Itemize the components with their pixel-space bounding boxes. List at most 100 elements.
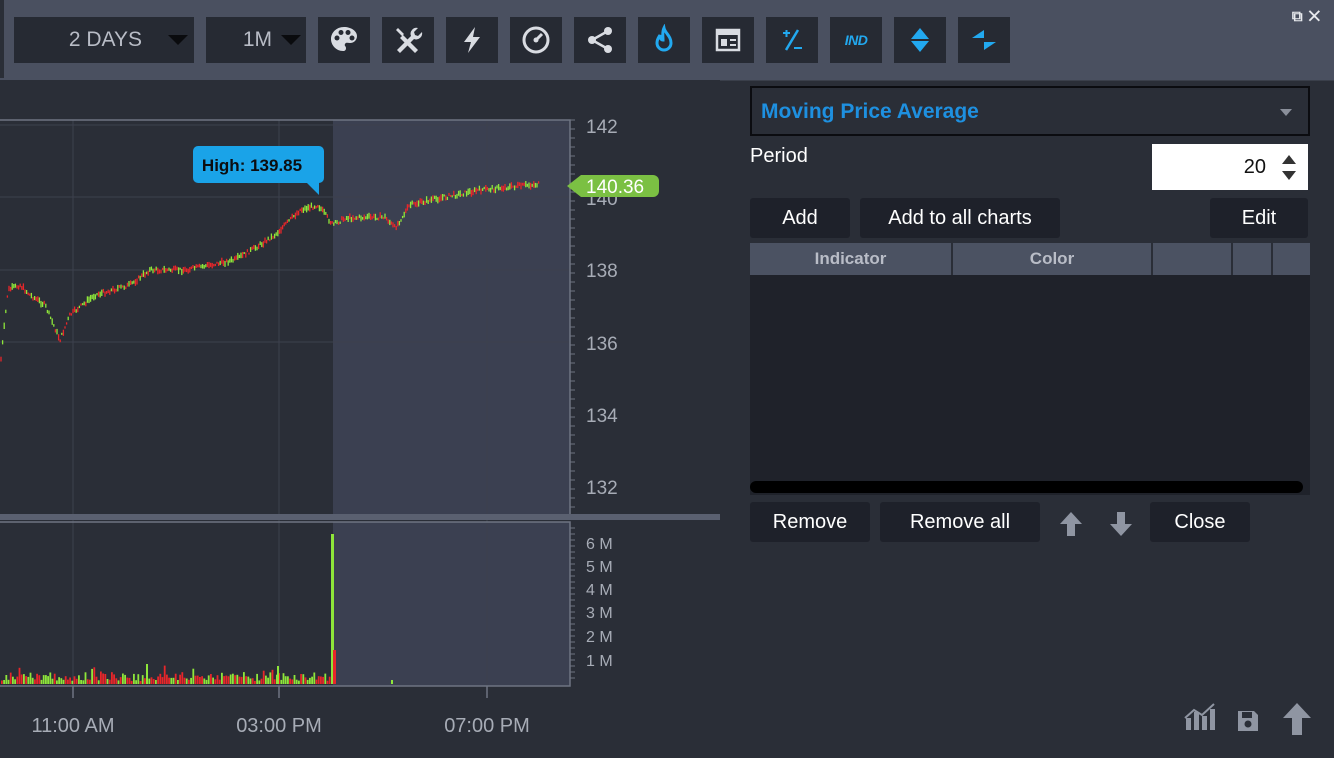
volume-bar xyxy=(124,674,126,684)
volume-bar xyxy=(311,676,313,684)
volume-bar xyxy=(273,679,276,684)
volume-bar xyxy=(75,678,78,684)
gauge-button[interactable] xyxy=(510,17,562,63)
chart-settings-icon[interactable] xyxy=(1183,700,1217,734)
move-down-icon[interactable] xyxy=(1107,510,1135,538)
pane-divider[interactable] xyxy=(0,514,720,520)
price-chart[interactable]: 142 140 138 136 134 132 6 M 5 M 4 M 3 M … xyxy=(0,80,720,758)
palette-icon xyxy=(331,27,357,51)
volume-bar xyxy=(223,676,225,684)
move-up-icon[interactable] xyxy=(1057,510,1085,538)
percent-button[interactable] xyxy=(766,17,818,63)
volume-bar xyxy=(232,673,234,684)
volume-bar xyxy=(97,680,100,684)
column-header-color[interactable]: Color xyxy=(953,243,1153,275)
volume-bar xyxy=(86,679,89,684)
volume-bar xyxy=(133,673,135,684)
volume-bar xyxy=(188,679,190,684)
volume-bar xyxy=(247,676,250,684)
close-button[interactable]: Close xyxy=(1150,502,1250,542)
indicators-button[interactable]: IND xyxy=(830,17,882,63)
volume-tick-label: 1 M xyxy=(586,653,613,670)
interval-dropdown-label: 1M xyxy=(242,28,272,51)
volume-bar xyxy=(291,679,294,684)
volume-bar xyxy=(324,673,327,684)
volume-bar xyxy=(51,678,54,684)
edit-button[interactable]: Edit xyxy=(1210,198,1308,238)
volume-bar xyxy=(320,676,322,684)
volume-bar xyxy=(295,679,298,684)
close-icon[interactable]: ✕ xyxy=(1309,8,1326,25)
indicator-select-value: Moving Price Average xyxy=(761,100,979,123)
remove-button[interactable]: Remove xyxy=(750,502,870,542)
volume-bar xyxy=(113,674,115,684)
volume-bar xyxy=(284,676,287,684)
extended-hours-shade-volume xyxy=(333,522,570,686)
volume-bar xyxy=(298,680,300,684)
indicator-select[interactable]: Moving Price Average xyxy=(750,86,1310,136)
volume-bar xyxy=(36,673,38,684)
volume-bar xyxy=(146,664,148,684)
volume-bar xyxy=(78,675,80,684)
volume-bar xyxy=(277,666,279,684)
volume-bar xyxy=(309,677,311,684)
spin-up-icon[interactable] xyxy=(1282,155,1296,164)
popout-icon[interactable]: ⧉ xyxy=(1292,8,1309,25)
share-icon xyxy=(588,27,612,53)
volume-bar xyxy=(227,676,230,684)
column-header-blank xyxy=(1153,243,1233,275)
volume-bar xyxy=(315,679,318,684)
volume-bar xyxy=(69,677,71,684)
volume-bar xyxy=(60,678,63,684)
volume-bar xyxy=(221,672,223,684)
leftright-button[interactable] xyxy=(958,17,1010,63)
window-controls: ⧉✕ xyxy=(1292,8,1326,25)
interval-dropdown[interactable]: 1M xyxy=(206,17,306,63)
updown-button[interactable] xyxy=(894,17,946,63)
volume-bar xyxy=(260,678,263,684)
save-icon[interactable] xyxy=(1236,700,1260,734)
volume-bar xyxy=(251,678,254,684)
layout-button[interactable] xyxy=(702,17,754,63)
tools-button[interactable] xyxy=(382,17,434,63)
extended-hours-shade xyxy=(333,120,570,515)
remove-all-button[interactable]: Remove all xyxy=(880,502,1040,542)
chart-toolbar: 2 DAYS 1M IND ⧉✕ xyxy=(0,0,1334,81)
volume-bar xyxy=(128,677,131,684)
heatmap-button[interactable] xyxy=(638,17,690,63)
volume-bar xyxy=(82,680,85,684)
volume-bar xyxy=(256,673,258,684)
volume-bar xyxy=(102,673,104,684)
lightning-button[interactable] xyxy=(446,17,498,63)
volume-bar xyxy=(174,673,177,684)
flame-icon xyxy=(655,24,673,52)
volume-bar xyxy=(122,673,124,684)
upload-icon[interactable] xyxy=(1282,700,1312,738)
volume-bar xyxy=(269,672,272,684)
horizontal-scrollbar[interactable] xyxy=(750,481,1303,493)
volume-bar xyxy=(95,676,98,684)
volume-bar xyxy=(157,676,159,684)
volume-bar xyxy=(38,675,41,684)
share-button[interactable] xyxy=(574,17,626,63)
palette-button[interactable] xyxy=(318,17,370,63)
column-header-indicator[interactable]: Indicator xyxy=(750,243,953,275)
volume-bar xyxy=(84,672,87,684)
volume-bar xyxy=(115,678,118,684)
volume-bar xyxy=(249,678,252,684)
spin-down-icon[interactable] xyxy=(1282,171,1296,180)
layout-icon xyxy=(715,28,741,52)
volume-bar xyxy=(185,678,188,684)
period-input[interactable]: 20 xyxy=(1150,142,1310,192)
range-dropdown[interactable]: 2 DAYS xyxy=(14,17,194,63)
volume-bar xyxy=(42,675,45,684)
add-button[interactable]: Add xyxy=(750,198,850,238)
add-to-all-charts-button[interactable]: Add to all charts xyxy=(860,198,1060,238)
period-label: Period xyxy=(750,145,808,167)
volume-bar xyxy=(243,672,245,684)
volume-bar xyxy=(267,677,269,684)
volume-bar xyxy=(166,674,168,684)
lightning-icon xyxy=(464,27,480,53)
leftright-icon xyxy=(972,30,996,50)
volume-bar xyxy=(194,675,197,684)
